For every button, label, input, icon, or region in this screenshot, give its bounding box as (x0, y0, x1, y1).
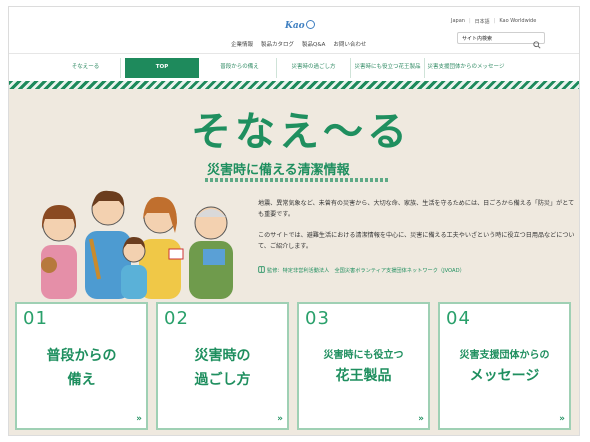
nav-brand-sonaeru[interactable]: そなえーる (51, 57, 121, 78)
search-icon[interactable] (533, 34, 541, 53)
site-navigation: そなえーる TOP 普段からの備え 災害時の過ごし方 災害時にも役立つ花王製品 … (9, 53, 579, 81)
topnav-item-catalog[interactable]: 製品カタログ (261, 40, 294, 48)
nav-tab-top[interactable]: TOP (125, 57, 199, 78)
card-preparation[interactable]: 01 普段からの 備え » (15, 302, 148, 430)
card-kao-products[interactable]: 03 災害時にも役立つ 花王製品 » (297, 302, 430, 430)
card-label: 災害時の 過ごし方 (194, 348, 251, 388)
card-number: 01 (23, 308, 48, 329)
credit-text: 監修：特定非営利活動法人 全国災害ボランティア支援団体ネットワーク（JVOAD） (267, 268, 465, 274)
card-number: 03 (305, 308, 330, 329)
card-label: 普段からの 備え (46, 348, 117, 388)
kao-logo[interactable]: Kao (285, 19, 319, 33)
page-title: そなえ〜る (191, 109, 411, 155)
util-language[interactable]: 日本語 (475, 18, 490, 25)
hero-section: そなえ〜る 災害時に備える清潔情報 地震、異常気象など、未曾有の災害から、大切な… (9, 89, 579, 435)
chevron-right-icon[interactable]: » (277, 414, 283, 424)
grandfather-figure (189, 206, 233, 299)
card-support-messages[interactable]: 04 災害支援団体からの メッセージ » (438, 302, 571, 430)
search-placeholder: サイト内検索 (462, 36, 493, 42)
card-label: 災害支援団体からの メッセージ (459, 350, 550, 384)
book-icon (258, 266, 265, 273)
subtitle-underline (205, 178, 389, 182)
intro-paragraph-1: 地震、異常気象など、未曾有の災害から、大切な命、家族、生活を守るためには、日ごろ… (258, 200, 575, 218)
girl-figure (41, 205, 77, 299)
card-number: 02 (164, 308, 189, 329)
card-disaster-living[interactable]: 02 災害時の 過ごし方 » (156, 302, 289, 430)
decorative-stripe (9, 81, 579, 89)
nav-tab-disaster-living[interactable]: 災害時の過ごし方 (277, 57, 351, 78)
util-worldwide[interactable]: Kao Worldwide (499, 18, 536, 25)
topnav-item-corporate[interactable]: 企業情報 (231, 40, 253, 48)
util-divider: | (493, 18, 496, 24)
family-illustration (41, 190, 233, 299)
chevron-right-icon[interactable]: » (136, 414, 142, 424)
card-label: 災害時にも役立つ 花王製品 (323, 350, 404, 384)
page-subtitle: 災害時に備える清潔情報 (207, 163, 350, 178)
utility-links: Japan | 日本語 | Kao Worldwide (451, 18, 536, 25)
nav-tab-preparation[interactable]: 普段からの備え (203, 57, 277, 78)
nav-tab-support-messages[interactable]: 災害支援団体からのメッセージ (425, 58, 507, 78)
topnav-item-contact[interactable]: お問い合わせ (333, 40, 366, 48)
search-input[interactable]: サイト内検索 (457, 32, 545, 49)
category-cards: 01 普段からの 備え » 02 災害時の 過ごし方 » 03 災害時にも役立つ 花王… (15, 302, 577, 430)
supervision-credit[interactable]: 監修：特定非営利活動法人 全国災害ボランティア支援団体ネットワーク（JVOAD） (258, 266, 465, 274)
card-number: 04 (446, 308, 471, 329)
boy-figure (121, 237, 147, 299)
util-japan[interactable]: Japan (451, 18, 465, 25)
chevron-right-icon[interactable]: » (418, 414, 424, 424)
top-navigation: 企業情報 製品カタログ 製品Q&A お問い合わせ (231, 40, 366, 48)
util-divider: | (468, 18, 471, 24)
topnav-item-qa[interactable]: 製品Q&A (302, 40, 325, 48)
intro-paragraph-2: このサイトでは、避難生活における清潔情報を中心に、災害に備える工夫やいざという時… (258, 232, 575, 250)
chevron-right-icon[interactable]: » (559, 414, 565, 424)
browser-page: Kao 企業情報 製品カタログ 製品Q&A お問い合わせ Japan | 日本語… (8, 6, 580, 436)
nav-tab-kao-products[interactable]: 災害時にも役立つ花王製品 (351, 57, 425, 78)
